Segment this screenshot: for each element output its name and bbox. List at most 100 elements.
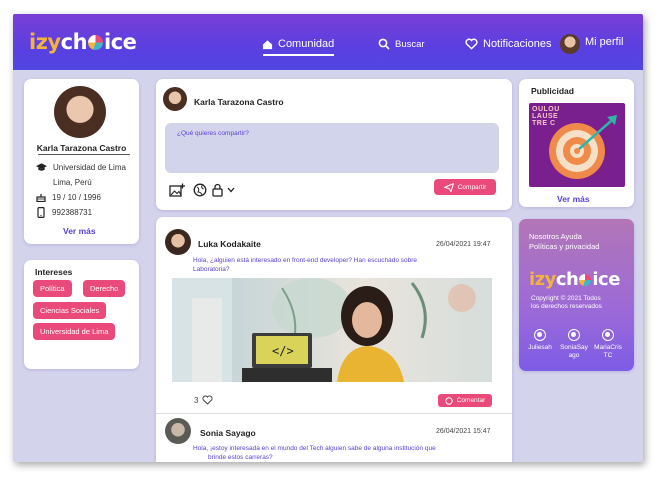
profile-card: Karla Tarazona Castro Universidad de Lim… xyxy=(24,79,139,244)
nav-notificaciones[interactable]: Notificaciones xyxy=(465,38,551,50)
footer-card: Nosotros Ayuda Políticas y privacidad iz… xyxy=(519,219,634,371)
heart-icon[interactable] xyxy=(202,395,214,405)
interests-title: Intereses xyxy=(35,267,73,277)
ads-see-more-link[interactable]: Ver más xyxy=(557,194,590,204)
nav-buscar-label: Buscar xyxy=(395,38,425,50)
profile-birthdate: 19 / 10 / 1996 xyxy=(36,192,101,202)
profile-location: Lima, Perú xyxy=(53,178,92,187)
ads-title: Publicidad xyxy=(531,86,574,96)
post-text-line: brinde estos carreras? xyxy=(208,453,273,461)
post-text: Hola, ¡estoy interesada en el mundo del … xyxy=(193,445,436,462)
share-button-label: Compartir xyxy=(457,183,487,191)
footer-logo: izych ice xyxy=(529,269,620,290)
social-name: Juliesah xyxy=(528,344,552,351)
social-link[interactable]: MariaCris TC xyxy=(593,329,623,360)
post-text: Hola, ¿alguien está interesado en front-… xyxy=(193,257,417,274)
add-image-icon[interactable] xyxy=(169,183,185,197)
svg-text:</>: </> xyxy=(272,344,294,358)
profile-phone: 992388731 xyxy=(36,207,92,218)
ads-card: Publicidad OULOU LAUSE TRE C Ver más xyxy=(519,79,634,207)
footer-privacy-link[interactable]: Políticas y privacidad xyxy=(529,242,599,251)
compose-input[interactable]: ¿Qué quieres compartir? xyxy=(165,123,499,173)
profile-university-text: Universidad de Lima xyxy=(53,163,126,172)
copyright-text: Copyright © 2021 Todos xyxy=(531,295,601,302)
logo-dot-icon xyxy=(579,274,592,286)
logo-suffix: ice xyxy=(104,30,137,54)
post-text-line: Hola, ¡estoy interesada en el mundo del … xyxy=(193,445,436,452)
interest-tag[interactable]: Ciencias Sociales xyxy=(33,302,107,319)
profile-divider xyxy=(38,154,130,155)
logo-dot-icon xyxy=(88,35,104,50)
post-image-art: </> xyxy=(172,278,476,382)
comment-button-label: Comentar xyxy=(456,397,486,404)
logo-mid: ch xyxy=(60,30,88,54)
comment-icon xyxy=(445,396,453,405)
heart-icon xyxy=(465,38,478,50)
compose-placeholder: ¿Qué quieres compartir? xyxy=(177,130,249,137)
interest-tag[interactable]: Universidad de Lima xyxy=(33,323,116,340)
compose-card: Karla Tarazona Castro ¿Qué quieres compa… xyxy=(156,79,512,210)
post-avatar xyxy=(165,229,191,255)
post-image[interactable]: </> xyxy=(172,278,492,382)
footer-logo-prefix: izy xyxy=(529,269,556,290)
interest-tag[interactable]: Derecho xyxy=(83,280,126,297)
github-icon xyxy=(602,329,614,341)
app-frame: izych ice Comunidad Buscar Notificaciones… xyxy=(13,14,643,462)
post-likes[interactable]: 3 xyxy=(194,395,214,405)
like-count: 3 xyxy=(194,395,199,405)
nav-mi-perfil[interactable]: Mi perfil xyxy=(560,34,624,54)
graduation-cap-icon xyxy=(36,163,47,171)
nav-notificaciones-label: Notificaciones xyxy=(483,38,552,50)
top-nav: izych ice Comunidad Buscar Notificaciones… xyxy=(13,14,643,70)
footer-logo-suffix: ice xyxy=(592,269,620,290)
post-author[interactable]: Luka Kodakaite xyxy=(198,239,261,249)
post-avatar xyxy=(165,418,191,444)
globe-icon[interactable] xyxy=(193,183,207,197)
profile-location-text: Lima, Perú xyxy=(53,178,92,187)
social-name: SoniaSay ago xyxy=(560,344,588,359)
github-icon xyxy=(534,329,546,341)
post-date: 26/04/2021 15:47 xyxy=(436,428,491,435)
profile-phone-text: 992388731 xyxy=(52,208,93,217)
send-icon xyxy=(443,182,454,192)
nav-mi-perfil-label: Mi perfil xyxy=(585,36,624,48)
comment-button[interactable]: Comentar xyxy=(438,394,492,407)
social-name: MariaCris TC xyxy=(594,344,622,359)
footer-links[interactable]: Nosotros Ayuda xyxy=(529,232,582,241)
compose-avatar xyxy=(163,87,187,111)
logo-prefix: izy xyxy=(29,30,61,54)
social-link[interactable]: Juliesah xyxy=(525,329,555,352)
feed: Luka Kodakaite 26/04/2021 19:47 Hola, ¿a… xyxy=(156,217,512,462)
post-date: 26/04/2021 19:47 xyxy=(436,241,491,248)
github-icon xyxy=(568,329,580,341)
target-icon xyxy=(549,115,617,179)
profile-name: Karla Tarazona Castro xyxy=(36,143,127,153)
logo[interactable]: izych ice xyxy=(29,30,137,54)
post-text-line: Hola, ¿alguien está interesado en front-… xyxy=(193,257,418,264)
profile-birthdate-text: 19 / 10 / 1996 xyxy=(52,192,101,202)
nav-buscar[interactable]: Buscar xyxy=(378,38,425,50)
nav-comunidad-label: Comunidad xyxy=(278,38,335,50)
chevron-down-icon[interactable] xyxy=(227,187,235,193)
post-author[interactable]: Sonia Sayago xyxy=(200,428,256,438)
profile-see-more-link[interactable]: Ver más xyxy=(63,226,96,236)
avatar xyxy=(560,34,580,54)
social-link[interactable]: SoniaSay ago xyxy=(559,329,589,360)
compose-user-name: Karla Tarazona Castro xyxy=(194,97,284,107)
post-divider xyxy=(156,413,512,414)
cake-icon xyxy=(36,194,46,202)
profile-avatar xyxy=(54,86,106,138)
home-icon xyxy=(262,39,273,49)
interests-card: Intereses Política Derecho Ciencias Soci… xyxy=(24,260,139,369)
share-button[interactable]: Compartir xyxy=(434,179,496,195)
lock-icon[interactable] xyxy=(212,183,223,197)
profile-university: Universidad de Lima xyxy=(36,163,126,172)
phone-icon xyxy=(37,207,45,218)
copyright-text: los derechos reservados xyxy=(531,303,602,310)
interest-tag[interactable]: Política xyxy=(33,280,72,297)
search-icon xyxy=(378,38,390,50)
footer-logo-mid: ch xyxy=(555,269,579,290)
post-text-line: Laboratoria? xyxy=(193,265,230,273)
ad-image[interactable]: OULOU LAUSE TRE C xyxy=(529,103,625,187)
nav-comunidad[interactable]: Comunidad xyxy=(262,38,334,50)
